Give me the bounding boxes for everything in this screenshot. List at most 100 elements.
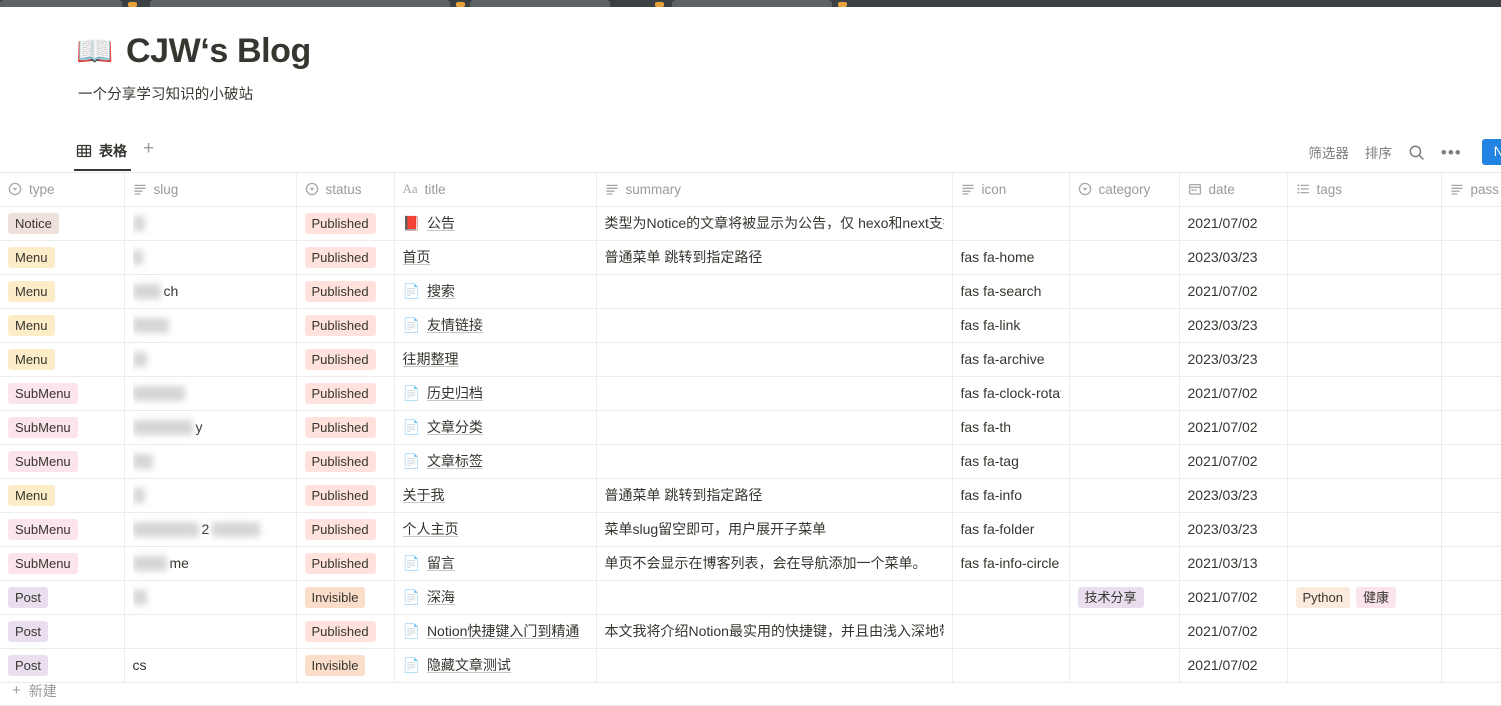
cell-summary[interactable]	[596, 342, 953, 377]
cell-type[interactable]: Menu	[0, 342, 125, 377]
cell-icon[interactable]	[952, 206, 1070, 241]
cell-tags[interactable]	[1287, 308, 1442, 343]
cell-title[interactable]: 📄 深海	[394, 580, 597, 615]
cell-date[interactable]: 2021/03/13	[1179, 546, 1288, 581]
title-link[interactable]: 隐藏文章测试	[427, 655, 511, 675]
cell-category[interactable]	[1069, 614, 1180, 649]
cell-type[interactable]: Menu	[0, 240, 125, 275]
browser-tab[interactable]	[672, 0, 832, 7]
table-row[interactable]: Menu Published 📄 友情链接 fas fa-link 2023/03/23	[0, 308, 1501, 343]
title-link[interactable]: 友情链接	[427, 315, 483, 335]
cell-date[interactable]: 2021/07/02	[1179, 410, 1288, 445]
title-link[interactable]: 首页	[403, 247, 431, 267]
cell-icon[interactable]: fas fa-th	[952, 410, 1070, 445]
table-row[interactable]: Post Invisible 📄 深海 技术分享 2021/07/02 Python 健康	[0, 580, 1501, 615]
cell-summary[interactable]	[596, 376, 953, 411]
cell-type[interactable]: Menu	[0, 308, 125, 343]
title-link[interactable]: Notion快捷键入门到精通	[427, 621, 579, 641]
cell-category[interactable]	[1069, 512, 1180, 547]
cell-summary[interactable]: 本文我将介绍Notion最实用的快捷键，并且由浅入深地带	[596, 614, 953, 649]
cell-password[interactable]	[1441, 206, 1501, 241]
cell-slug[interactable]: y	[124, 410, 297, 445]
cell-type[interactable]: SubMenu	[0, 512, 125, 547]
cell-slug[interactable]: 2	[124, 512, 297, 547]
cell-password[interactable]	[1441, 444, 1501, 479]
cell-icon[interactable]: fas fa-tag	[952, 444, 1070, 479]
cell-category[interactable]	[1069, 274, 1180, 309]
cell-status[interactable]: Published	[296, 376, 395, 411]
cell-category[interactable]	[1069, 342, 1180, 377]
cell-category[interactable]: 技术分享	[1069, 580, 1180, 615]
cell-summary[interactable]: 普通菜单 跳转到指定路径	[596, 478, 953, 513]
cell-type[interactable]: Post	[0, 614, 125, 649]
cell-title[interactable]: 📄 历史归档	[394, 376, 597, 411]
cell-title[interactable]: 首页	[394, 240, 597, 275]
title-link[interactable]: 文章分类	[427, 417, 483, 437]
cell-date[interactable]: 2023/03/23	[1179, 308, 1288, 343]
cell-category[interactable]	[1069, 478, 1180, 513]
cell-date[interactable]: 2021/07/02	[1179, 444, 1288, 479]
cell-summary[interactable]: 菜单slug留空即可，用户展开子菜单	[596, 512, 953, 547]
cell-title[interactable]: 📄 友情链接	[394, 308, 597, 343]
cell-type[interactable]: Notice	[0, 206, 125, 241]
cell-tags[interactable]	[1287, 240, 1442, 275]
column-header-tags[interactable]: tags	[1287, 173, 1442, 207]
cell-date[interactable]: 2021/07/02	[1179, 376, 1288, 411]
cell-slug[interactable]: ch	[124, 274, 297, 309]
cell-date[interactable]: 2023/03/23	[1179, 478, 1288, 513]
cell-date[interactable]: 2021/07/02	[1179, 580, 1288, 615]
cell-type[interactable]: Menu	[0, 274, 125, 309]
cell-icon[interactable]: fas fa-info-circle	[952, 546, 1070, 581]
cell-date[interactable]: 2021/07/02	[1179, 614, 1288, 649]
cell-category[interactable]	[1069, 444, 1180, 479]
title-link[interactable]: 往期整理	[403, 349, 459, 369]
cell-status[interactable]: Published	[296, 342, 395, 377]
cell-status[interactable]: Published	[296, 410, 395, 445]
cell-password[interactable]	[1441, 342, 1501, 377]
table-row[interactable]: Post Published 📄 Notion快捷键入门到精通 本文我将介绍Notion…	[0, 614, 1501, 649]
table-row[interactable]: SubMenu me Published 📄 留言 单页不会显示在博客列表，会在导航添加一…	[0, 546, 1501, 581]
cell-password[interactable]	[1441, 546, 1501, 581]
cell-category[interactable]	[1069, 308, 1180, 343]
cell-slug[interactable]	[124, 580, 297, 615]
cell-icon[interactable]: fas fa-home	[952, 240, 1070, 275]
title-link[interactable]: 深海	[427, 587, 455, 607]
column-header-password[interactable]: pass	[1441, 173, 1501, 207]
cell-password[interactable]	[1441, 240, 1501, 275]
cell-tags[interactable]	[1287, 342, 1442, 377]
table-row[interactable]: SubMenu Published 📄 历史归档 fas fa-clock-rotate…	[0, 376, 1501, 411]
cell-icon[interactable]: fas fa-link	[952, 308, 1070, 343]
cell-title[interactable]: 📄 文章分类	[394, 410, 597, 445]
cell-icon[interactable]: fas fa-clock-rotate	[952, 376, 1070, 411]
column-header-status[interactable]: status	[296, 173, 395, 207]
cell-tags[interactable]	[1287, 376, 1442, 411]
title-link[interactable]: 个人主页	[403, 519, 459, 539]
cell-tags[interactable]	[1287, 614, 1442, 649]
cell-tags[interactable]	[1287, 478, 1442, 513]
cell-password[interactable]	[1441, 410, 1501, 445]
cell-tags[interactable]	[1287, 546, 1442, 581]
title-link[interactable]: 关于我	[403, 485, 445, 505]
page-title[interactable]: CJW‘s Blog	[126, 32, 311, 70]
add-view-button[interactable]: +	[137, 139, 160, 166]
cell-type[interactable]: SubMenu	[0, 410, 125, 445]
title-link[interactable]: 留言	[427, 553, 455, 573]
table-row[interactable]: Menu Published 关于我 普通菜单 跳转到指定路径 fas fa-info 2…	[0, 478, 1501, 513]
cell-icon[interactable]	[952, 614, 1070, 649]
cell-summary[interactable]	[596, 308, 953, 343]
cell-type[interactable]: Menu	[0, 478, 125, 513]
cell-status[interactable]: Published	[296, 512, 395, 547]
cell-slug[interactable]	[124, 308, 297, 343]
table-row[interactable]: SubMenu Published 📄 文章标签 fas fa-tag 2021/07/0…	[0, 444, 1501, 479]
column-header-category[interactable]: category	[1069, 173, 1180, 207]
cell-slug[interactable]	[124, 240, 297, 275]
column-header-slug[interactable]: slug	[124, 173, 297, 207]
cell-tags[interactable]	[1287, 512, 1442, 547]
cell-status[interactable]: Published	[296, 240, 395, 275]
search-icon[interactable]	[1408, 144, 1425, 161]
cell-password[interactable]	[1441, 376, 1501, 411]
browser-tab[interactable]	[470, 0, 610, 7]
cell-date[interactable]: 2023/03/23	[1179, 512, 1288, 547]
cell-summary[interactable]: 单页不会显示在博客列表，会在导航添加一个菜单。	[596, 546, 953, 581]
sort-button[interactable]: 排序	[1365, 142, 1392, 162]
